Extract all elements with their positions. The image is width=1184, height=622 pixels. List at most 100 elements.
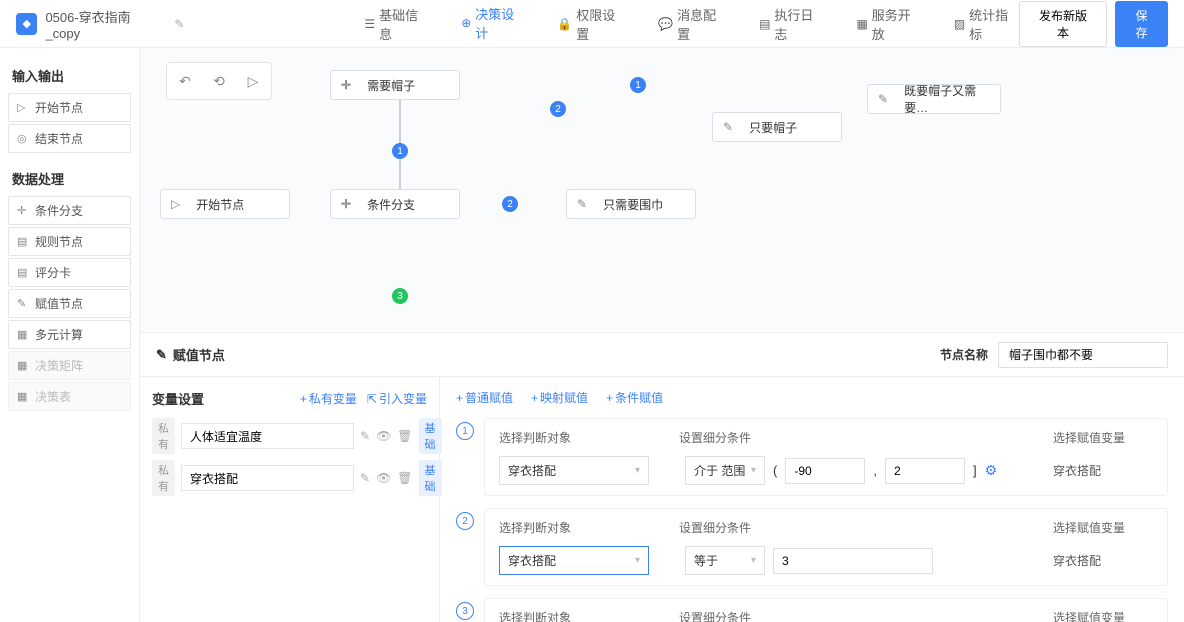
sidebar-item-rule[interactable]: ▤规则节点 — [8, 227, 131, 256]
item-label: 开始节点 — [35, 99, 83, 116]
rule-panel: + 普通赋值 + 映射赋值 + 条件赋值 1 选择判断对象 设置细分条件 选择赋… — [440, 377, 1184, 622]
var-name-input[interactable] — [181, 465, 354, 491]
node-branch[interactable]: ✛条件分支 — [330, 189, 460, 219]
edit-icon[interactable]: ✎ — [174, 17, 184, 31]
item-label: 决策表 — [35, 388, 71, 405]
brand-icon: ◆ — [16, 13, 37, 35]
edit-icon: ✎ — [17, 297, 29, 310]
tool-history[interactable]: ⟲ — [205, 67, 233, 95]
item-label: 规则节点 — [35, 233, 83, 250]
sidebar-item-multi[interactable]: ▦多元计算 — [8, 320, 131, 349]
value-input[interactable] — [773, 548, 933, 574]
label-target: 选择判断对象 — [499, 429, 679, 446]
canvas[interactable]: ↶ ⟲ ▷ ▷开始节点 ✛条件分支 ✛需要帽子 ✎只需要围巾 ✎只要帽子 ✎既要… — [140, 48, 1184, 332]
item-label: 赋值节点 — [35, 295, 83, 312]
node-label: 需要帽子 — [367, 77, 415, 94]
tab-label: 决策设计 — [475, 4, 525, 42]
sidebar-item-start[interactable]: ▷ 开始节点 — [8, 93, 131, 122]
tab-label: 权限设置 — [576, 5, 626, 43]
message-icon: 💬 — [658, 17, 673, 31]
circle-icon: ◎ — [17, 132, 29, 145]
eye-icon[interactable]: 👁 — [376, 429, 391, 443]
sidebar-item-end[interactable]: ◎ 结束节点 — [8, 124, 131, 153]
canvas-tools: ↶ ⟲ ▷ — [166, 62, 272, 100]
tab-label: 执行日志 — [774, 5, 824, 43]
move-icon: ✛ — [341, 197, 351, 211]
delete-icon[interactable]: 🗑 — [397, 429, 412, 443]
add-map-assign[interactable]: + 映射赋值 — [531, 389, 588, 406]
var-row: 私有 ✎ 👁 🗑 基础 — [152, 460, 427, 496]
tab-label: 消息配置 — [677, 5, 727, 43]
tool-play[interactable]: ▷ — [239, 67, 267, 95]
item-label: 多元计算 — [35, 326, 83, 343]
node-scarf[interactable]: ✎只需要围巾 — [566, 189, 696, 219]
rule-block: 2 选择判断对象 设置细分条件 选择赋值变量 穿衣搭配▾ 等于▾ — [456, 508, 1168, 586]
label-assign: 选择赋值变量 — [1053, 609, 1153, 622]
item-label: 结束节点 — [35, 130, 83, 147]
base-tag: 基础 — [419, 418, 442, 454]
label-cond: 设置细分条件 — [679, 609, 1053, 622]
rule-block: 1 选择判断对象 设置细分条件 选择赋值变量 穿衣搭配▾ 介于 范围▾ — [456, 418, 1168, 496]
badge-2b: 2 — [550, 101, 566, 117]
target-select[interactable]: 穿衣搭配 ▾ — [499, 546, 649, 575]
link-label: 普通赋值 — [465, 389, 513, 406]
label-target: 选择判断对象 — [499, 519, 679, 536]
add-normal-assign[interactable]: + 普通赋值 — [456, 389, 513, 406]
node-start[interactable]: ▷ 开始节点 — [160, 189, 290, 219]
sidebar-item-assign[interactable]: ✎ 赋值节点 — [8, 289, 131, 318]
private-tag: 私有 — [152, 460, 175, 496]
label-target: 选择判断对象 — [499, 609, 679, 622]
node-name-label: 节点名称 — [940, 346, 988, 363]
chevron-down-icon: ▾ — [751, 555, 756, 566]
base-tag: 基础 — [419, 460, 442, 496]
var-name-input[interactable] — [181, 423, 354, 449]
sidebar-item-scorecard[interactable]: ▤评分卡 — [8, 258, 131, 287]
file-title: 0506-穿衣指南_copy — [45, 7, 162, 41]
label-assign: 选择赋值变量 — [1053, 519, 1153, 536]
delete-icon[interactable]: 🗑 — [397, 471, 412, 485]
chevron-down-icon: ▾ — [635, 555, 640, 566]
node-name-input[interactable] — [998, 342, 1168, 368]
value-input[interactable] — [785, 458, 865, 484]
variable-panel: 变量设置 + 私有变量 ⇱ 引入变量 私有 ✎ 👁 🗑 基础 — [140, 377, 440, 622]
node-hat[interactable]: ✛需要帽子 — [330, 70, 460, 100]
assign-value: 穿衣搭配 — [1053, 462, 1153, 479]
tool-undo[interactable]: ↶ — [171, 67, 199, 95]
sidebar: 输入输出 ▷开始节点 ◎结束节点 数据处理 ✛条件分支 ▤规则节点 ▤评分卡 ✎… — [0, 48, 140, 622]
add-cond-assign[interactable]: + 条件赋值 — [606, 389, 663, 406]
node-label: 开始节点 — [196, 196, 244, 213]
info-icon: ☰ — [364, 17, 375, 31]
sidebar-item-branch[interactable]: ✛ 条件分支 — [8, 196, 131, 225]
item-label: 条件分支 — [35, 202, 83, 219]
save-button[interactable]: 保存 — [1115, 1, 1168, 47]
sidebar-item-matrix: ▦决策矩阵 — [8, 351, 131, 380]
gear-icon[interactable]: ⚙ — [985, 462, 998, 479]
link-label: 映射赋值 — [540, 389, 588, 406]
eye-icon[interactable]: 👁 — [376, 471, 391, 485]
import-var[interactable]: ⇱ 引入变量 — [367, 390, 427, 407]
play-icon: ▷ — [17, 101, 29, 114]
bracket: ( — [773, 463, 777, 478]
operator-select[interactable]: 介于 范围▾ — [685, 456, 765, 485]
operator-select[interactable]: 等于▾ — [685, 546, 765, 575]
var-title: 变量设置 — [152, 389, 204, 408]
sel-value: 穿衣搭配 — [508, 552, 556, 569]
sidebar-item-table: ▦决策表 — [8, 382, 131, 411]
badge-2: 2 — [502, 196, 518, 212]
log-icon: ▤ — [759, 17, 770, 31]
target-select[interactable]: 穿衣搭配▾ — [499, 456, 649, 485]
service-icon: ▦ — [856, 17, 867, 31]
node-both[interactable]: ✎既要帽子又需要… — [867, 84, 1001, 114]
add-private-var[interactable]: + 私有变量 — [300, 390, 357, 407]
edit-icon[interactable]: ✎ — [360, 471, 370, 485]
value-input[interactable] — [885, 458, 965, 484]
sel-value: 介于 范围 — [694, 462, 745, 479]
publish-button[interactable]: 发布新版本 — [1019, 1, 1107, 47]
node-onlyhat[interactable]: ✎只要帽子 — [712, 112, 842, 142]
design-icon: ⊕ — [461, 16, 471, 30]
plus-icon: ✛ — [17, 204, 29, 217]
edit-icon[interactable]: ✎ — [360, 429, 370, 443]
private-tag: 私有 — [152, 418, 175, 454]
edit-icon: ✎ — [156, 347, 167, 363]
play-icon: ▷ — [171, 197, 180, 211]
